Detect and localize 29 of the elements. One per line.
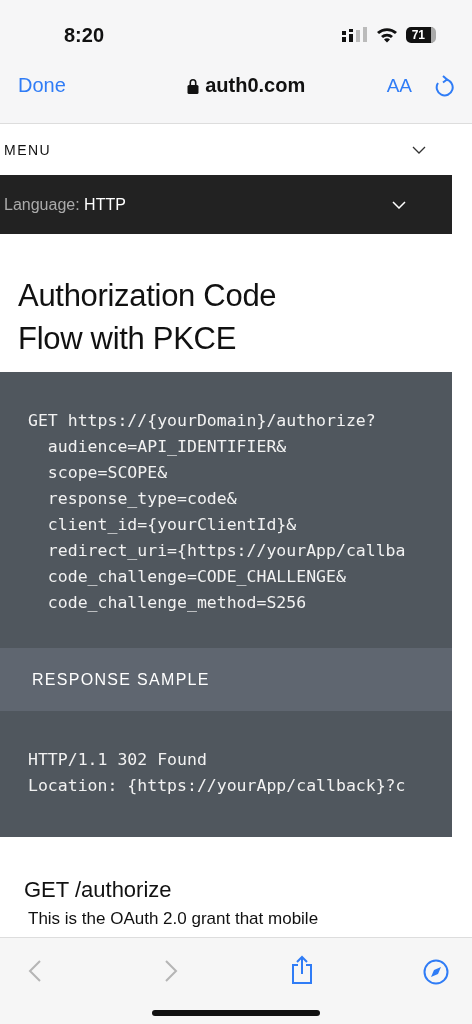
text-size-button[interactable]: AA bbox=[386, 74, 412, 97]
wifi-icon bbox=[375, 27, 398, 43]
lock-icon bbox=[187, 77, 200, 94]
response-sample-heading: RESPONSE SAMPLE bbox=[32, 670, 210, 689]
status-time: 8:20 bbox=[64, 23, 105, 47]
code-line: audience=API_IDENTIFIER& bbox=[46, 436, 288, 458]
chevron-icon[interactable] bbox=[412, 145, 426, 154]
done-button[interactable]: Done bbox=[18, 74, 66, 97]
paragraph: This is the OAuth 2.0 grant that mobile bbox=[28, 909, 320, 929]
language-selector[interactable]: Language: HTTP bbox=[0, 175, 452, 234]
code-line: redirect_uri={https://yourApp/callba bbox=[46, 540, 407, 562]
language-label: Language: HTTP bbox=[4, 195, 126, 214]
code-line: code_challenge_method=S256 bbox=[46, 592, 308, 614]
code-line: client_id={yourClientId}& bbox=[46, 514, 298, 536]
code-line: code_challenge=CODE_CHALLENGE& bbox=[46, 566, 347, 588]
code-line: GET https://{yourDomain}/authorize? bbox=[28, 410, 377, 432]
reload-icon[interactable] bbox=[434, 74, 454, 97]
compass-icon[interactable] bbox=[423, 959, 449, 985]
code-line: response_type=code& bbox=[46, 488, 238, 510]
url-text[interactable]: auth0.com bbox=[205, 74, 306, 97]
code-line: HTTP/1.1 302 Found bbox=[28, 749, 208, 771]
code-line: scope=SCOPE& bbox=[46, 462, 169, 484]
signal-icon bbox=[341, 27, 368, 43]
menu-label[interactable]: MENU bbox=[4, 141, 52, 158]
battery-indicator: 71 bbox=[405, 27, 436, 43]
section-heading: GET /authorize bbox=[24, 877, 173, 903]
share-icon[interactable] bbox=[290, 955, 314, 985]
code-line: Location: {https://yourApp/callback}?c bbox=[28, 775, 407, 797]
page-title: Authorization Code Flow with PKCE bbox=[18, 277, 278, 358]
